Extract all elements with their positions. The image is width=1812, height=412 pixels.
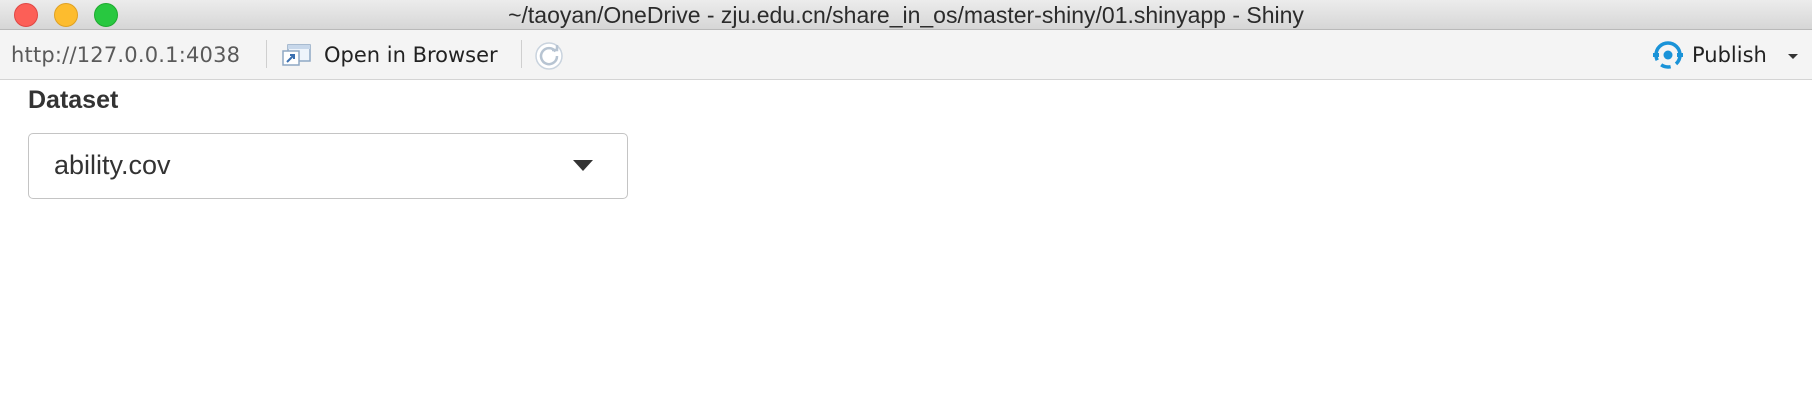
- publish-icon: [1653, 41, 1683, 69]
- open-in-browser-icon: [282, 44, 311, 66]
- caret-down-icon: [573, 160, 593, 171]
- dataset-select-value: ability.cov: [54, 150, 171, 180]
- window-title: ~/taoyan/OneDrive - zju.edu.cn/share_in_…: [508, 2, 1304, 28]
- open-in-browser-label: Open in Browser: [324, 43, 498, 67]
- publish-label: Publish: [1692, 43, 1767, 67]
- dataset-select[interactable]: ability.cov: [28, 133, 628, 199]
- toolbar-divider: [266, 40, 267, 68]
- chevron-down-icon[interactable]: [1783, 49, 1803, 63]
- title-bar: ~/taoyan/OneDrive - zju.edu.cn/share_in_…: [0, 0, 1812, 30]
- publish-button[interactable]: Publish: [1652, 38, 1767, 72]
- viewer-toolbar: http://127.0.0.1:4038 Open in Browser Pu…: [0, 30, 1812, 80]
- shiny-window: ~/taoyan/OneDrive - zju.edu.cn/share_in_…: [0, 0, 1812, 412]
- app-url: http://127.0.0.1:4038: [11, 43, 241, 67]
- toolbar-divider: [521, 40, 522, 68]
- dataset-label: Dataset: [28, 86, 119, 114]
- refresh-icon[interactable]: [534, 41, 564, 71]
- open-in-browser-button[interactable]: Open in Browser: [282, 38, 498, 72]
